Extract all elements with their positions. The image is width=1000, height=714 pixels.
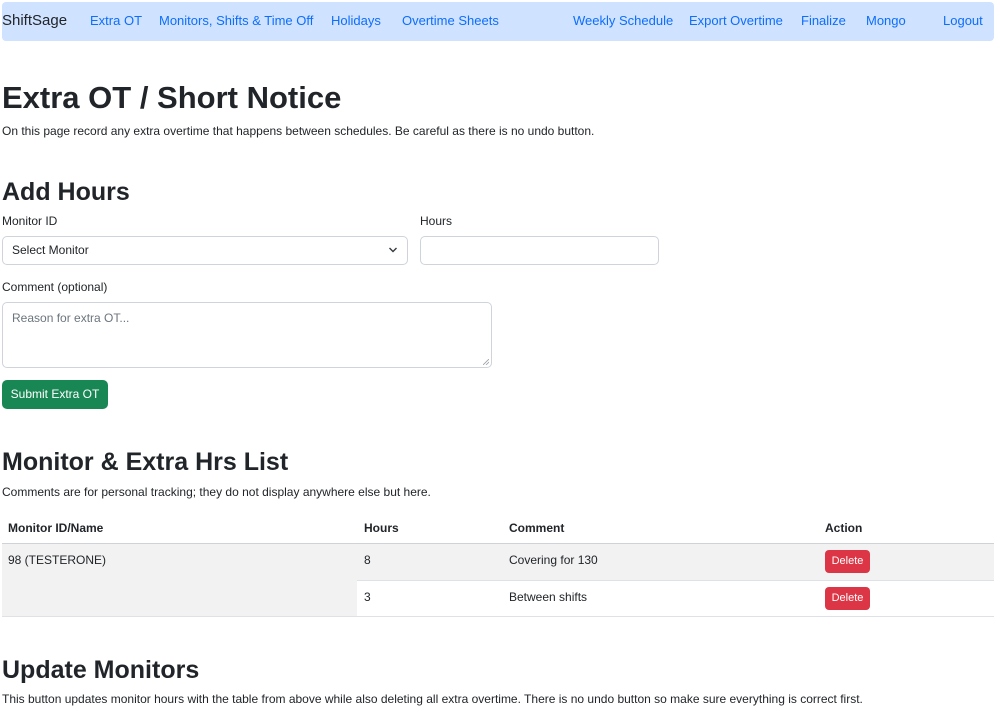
brand-logo-text[interactable]: ShiftSage	[2, 12, 67, 29]
delete-button[interactable]: Delete	[825, 587, 870, 610]
nav-finalize[interactable]: Finalize	[801, 13, 846, 28]
row-comment: Between shifts	[509, 590, 588, 604]
table-row-stripe	[357, 544, 994, 580]
top-navbar: ShiftSage Extra OT Monitors, Shifts & Ti…	[2, 2, 994, 41]
hours-label: Hours	[420, 214, 453, 228]
comment-label: Comment (optional)	[2, 280, 108, 294]
table-row: 3 Between shifts Delete	[2, 581, 994, 617]
column-header-hours: Hours	[364, 521, 399, 535]
nav-extra-ot[interactable]: Extra OT	[90, 13, 142, 28]
nav-mongo[interactable]: Mongo	[866, 13, 906, 28]
submit-extra-ot-button[interactable]: Submit Extra OT	[2, 380, 108, 409]
column-header-action: Action	[825, 521, 863, 535]
nav-weekly-schedule[interactable]: Weekly Schedule	[573, 13, 673, 28]
row-hours: 8	[364, 553, 371, 567]
column-header-monitor: Monitor ID/Name	[8, 521, 104, 535]
update-monitors-text: This button updates monitor hours with t…	[2, 692, 863, 706]
resize-grip-icon[interactable]	[483, 359, 489, 365]
column-header-comment: Comment	[509, 521, 565, 535]
page-title: Extra OT / Short Notice	[2, 80, 342, 115]
delete-button[interactable]: Delete	[825, 550, 870, 573]
monitor-select[interactable]: Select Monitor	[2, 236, 408, 265]
chevron-down-icon	[389, 247, 397, 253]
table-bottom-divider	[2, 616, 994, 617]
nav-monitors-shifts-time-off[interactable]: Monitors, Shifts & Time Off	[159, 13, 313, 28]
list-heading: Monitor & Extra Hrs List	[2, 448, 289, 476]
list-note: Comments are for personal tracking; they…	[2, 485, 431, 499]
nav-export-overtime[interactable]: Export Overtime	[689, 13, 783, 28]
nav-holidays[interactable]: Holidays	[331, 13, 381, 28]
nav-logout[interactable]: Logout	[943, 13, 983, 28]
hours-input[interactable]	[420, 236, 659, 265]
comment-textarea[interactable]: Reason for extra OT...	[2, 302, 492, 368]
comment-placeholder: Reason for extra OT...	[12, 311, 130, 325]
monitor-select-value: Select Monitor	[12, 243, 89, 257]
page-intro: On this page record any extra overtime t…	[2, 124, 595, 138]
row-hours: 3	[364, 590, 371, 604]
nav-overtime-sheets[interactable]: Overtime Sheets	[402, 13, 499, 28]
add-hours-heading: Add Hours	[2, 178, 130, 206]
table-row: 8 Covering for 130 Delete	[2, 544, 994, 580]
row-comment: Covering for 130	[509, 553, 598, 567]
update-monitors-heading: Update Monitors	[2, 656, 200, 684]
monitor-id-label: Monitor ID	[2, 214, 58, 228]
